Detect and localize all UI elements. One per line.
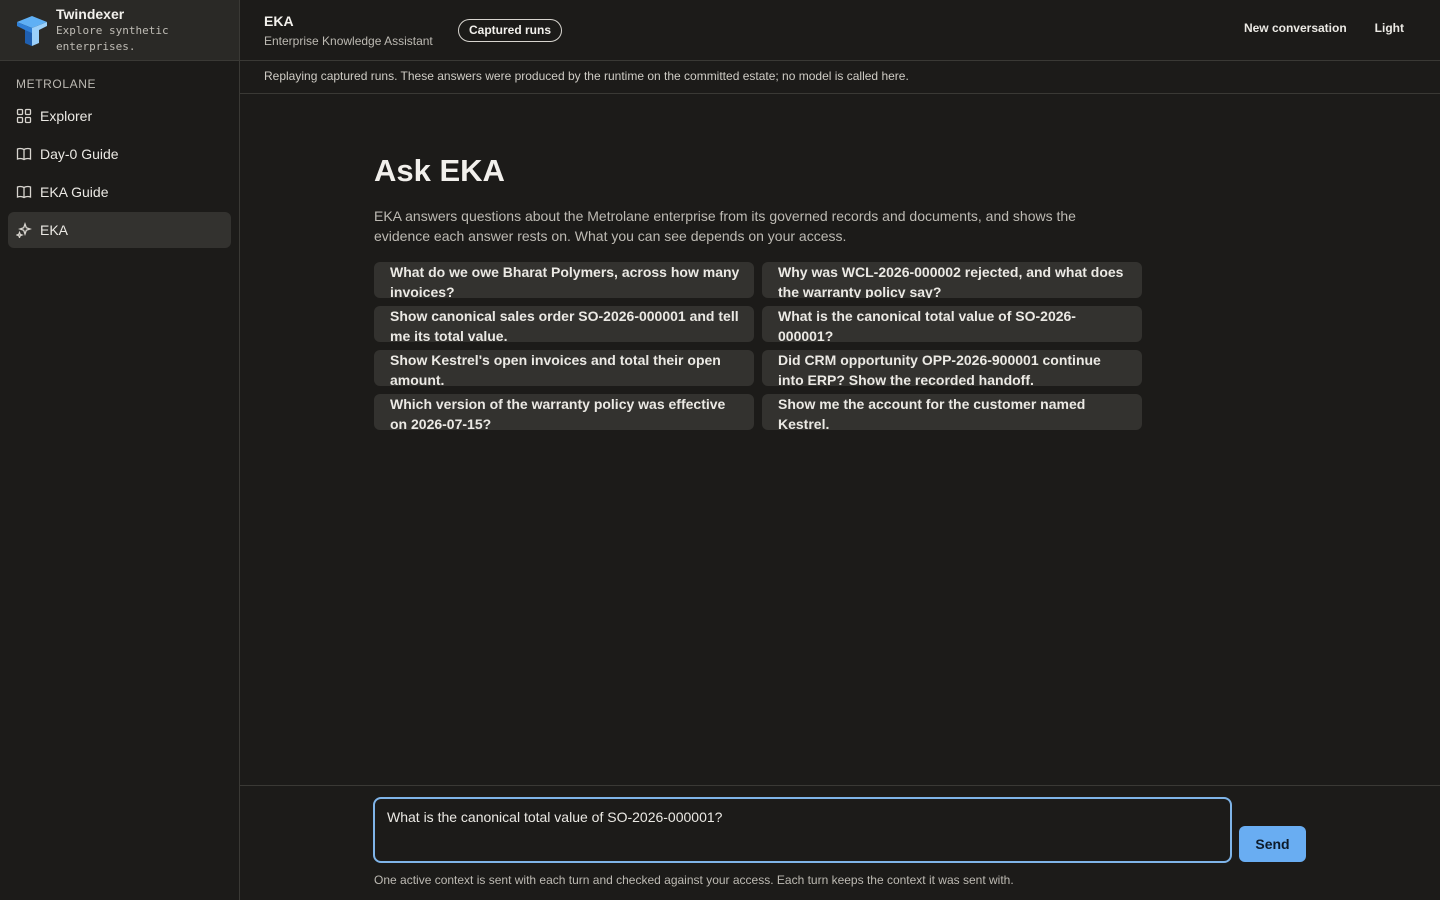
sidebar-item-label: EKA <box>40 222 69 238</box>
top-actions: New conversation Light <box>1244 21 1404 35</box>
main-heading: Ask EKA <box>374 153 505 188</box>
suggestion-grid: What do we owe Bharat Polymers, across h… <box>374 262 1144 430</box>
sidebar-item-label: Day-0 Guide <box>40 146 119 162</box>
grid-icon <box>16 108 32 124</box>
sidebar-nav: Explorer Day-0 Guide EKA Guide EKA <box>8 98 231 250</box>
sidebar: Twindexer Explore synthetic enterprises.… <box>0 0 240 900</box>
new-conversation-button[interactable]: New conversation <box>1244 21 1347 35</box>
title-block: EKA Enterprise Knowledge Assistant <box>264 13 433 49</box>
sidebar-item-explorer[interactable]: Explorer <box>8 98 231 134</box>
twindexer-logo-icon <box>17 16 47 46</box>
sidebar-item-eka[interactable]: EKA <box>8 212 231 248</box>
sidebar-item-label: EKA Guide <box>40 184 109 200</box>
suggestion-button[interactable]: Did CRM opportunity OPP-2026-900001 cont… <box>762 350 1142 386</box>
sidebar-item-day0-guide[interactable]: Day-0 Guide <box>8 136 231 172</box>
main-content: Ask EKA EKA answers questions about the … <box>374 152 1144 430</box>
suggestion-button[interactable]: Show canonical sales order SO-2026-00000… <box>374 306 754 342</box>
page-title: EKA <box>264 13 294 29</box>
page-subtitle: Enterprise Knowledge Assistant <box>264 34 433 48</box>
composer: What is the canonical total value of SO-… <box>240 785 1440 900</box>
brand-tagline: Explore synthetic enterprises. <box>56 24 169 53</box>
replay-notice: Replaying captured runs. These answers w… <box>240 61 1440 94</box>
brand[interactable]: Twindexer Explore synthetic enterprises. <box>0 0 239 61</box>
suggestion-button[interactable]: Show Kestrel's open invoices and total t… <box>374 350 754 386</box>
suggestion-button[interactable]: What do we owe Bharat Polymers, across h… <box>374 262 754 298</box>
top-bar: EKA Enterprise Knowledge Assistant Captu… <box>240 0 1440 61</box>
brand-name: Twindexer <box>56 6 125 22</box>
book-icon <box>16 185 32 199</box>
message-input[interactable]: What is the canonical total value of SO-… <box>373 797 1232 863</box>
send-button[interactable]: Send <box>1239 826 1306 862</box>
suggestion-button[interactable]: Why was WCL-2026-000002 rejected, and wh… <box>762 262 1142 298</box>
suggestion-button[interactable]: Which version of the warranty policy was… <box>374 394 754 430</box>
suggestion-button[interactable]: Show me the account for the customer nam… <box>762 394 1142 430</box>
sparkle-icon <box>16 222 32 238</box>
sidebar-item-label: Explorer <box>40 108 93 124</box>
book-icon <box>16 147 32 161</box>
suggestion-button[interactable]: What is the canonical total value of SO-… <box>762 306 1142 342</box>
sidebar-section-label: METROLANE <box>16 77 97 91</box>
theme-toggle-button[interactable]: Light <box>1375 21 1404 35</box>
captured-runs-badge: Captured runs <box>458 19 563 42</box>
intro-text: EKA answers questions about the Metrolan… <box>374 208 1076 244</box>
sidebar-item-eka-guide[interactable]: EKA Guide <box>8 174 231 210</box>
context-footnote: One active context is sent with each tur… <box>374 873 1014 887</box>
